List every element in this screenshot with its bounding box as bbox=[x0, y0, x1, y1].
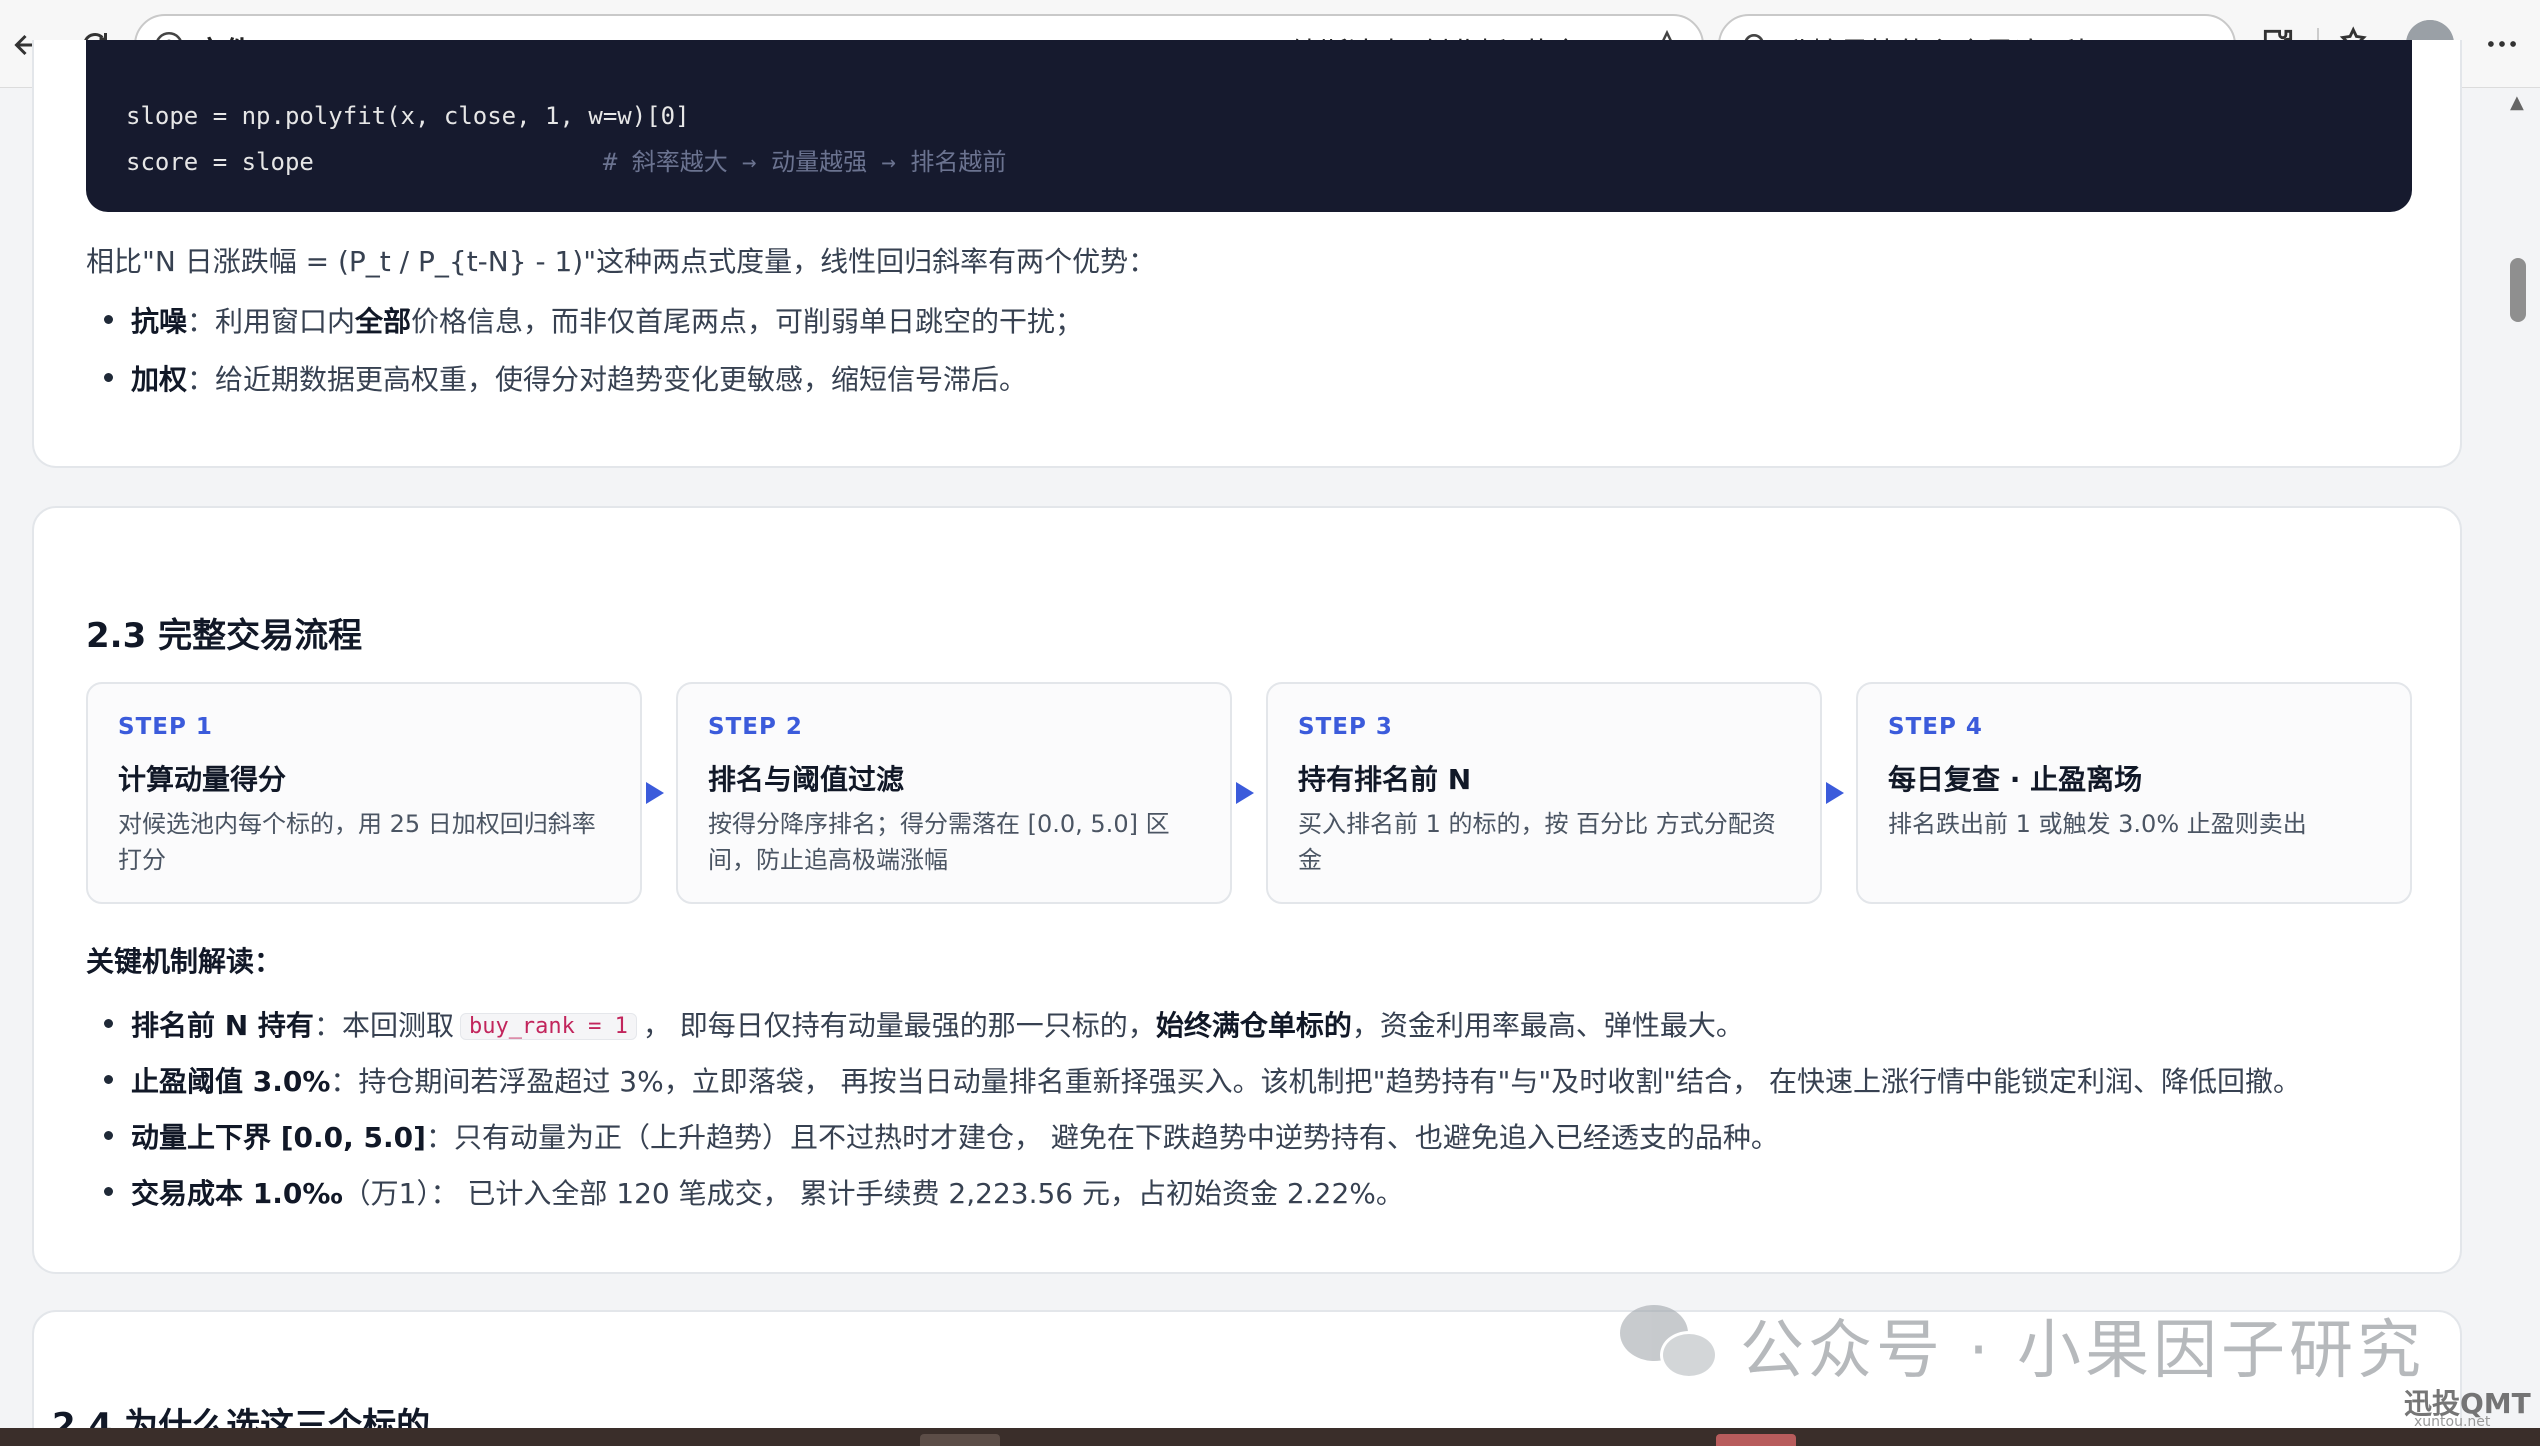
step-desc: 排名跌出前 1 或触发 3.0% 止盈则卖出 bbox=[1888, 810, 2307, 838]
step-label: STEP 4 bbox=[1888, 714, 1983, 740]
step-title: 持有排名前 N bbox=[1298, 763, 1472, 796]
code-score-text: score = slope bbox=[126, 148, 314, 176]
bullet-momentum-bounds: 动量上下界 [0.0, 5.0]：只有动量为正（上升趋势）且不过热时才建仓， 避… bbox=[104, 1116, 1779, 1156]
bullet-text: ：利用窗口内 bbox=[187, 305, 356, 338]
step-label: STEP 1 bbox=[118, 714, 213, 740]
taskbar-app[interactable] bbox=[1716, 1434, 1796, 1446]
code-line-score: score = slope # 斜率越大 → 动量越强 → 排名越前 bbox=[126, 142, 1006, 177]
step-label: STEP 2 bbox=[708, 714, 803, 740]
scroll-up-arrow-icon[interactable]: ▲ bbox=[2510, 92, 2524, 113]
more-dots-icon bbox=[2488, 41, 2516, 47]
scroll-thumb[interactable] bbox=[2510, 258, 2526, 322]
bullet-emphasis: 始终满仓单标的 bbox=[1155, 1009, 1352, 1042]
bullet-emphasis: 全部 bbox=[355, 305, 412, 338]
step-card-1: STEP 1 计算动量得分 对候选池内每个标的，用 25 日加权回归斜率打分 bbox=[86, 682, 642, 904]
bullet-text: ：只有动量为正（上升趋势）且不过热时才建仓， 避免在下跌趋势中逆势持有、也避免追… bbox=[425, 1121, 1779, 1154]
bullet-rank-hold: 排名前 N 持有：本回测取 buy_rank = 1， 即每日仅持有动量最强的那一… bbox=[104, 1004, 1744, 1044]
step-card-2: STEP 2 排名与阈值过滤 按得分降序排名；得分需落在 [0.0, 5.0] … bbox=[676, 682, 1232, 904]
step-title: 计算动量得分 bbox=[118, 763, 287, 796]
step-card-4: STEP 4 每日复查 · 止盈离场 排名跌出前 1 或触发 3.0% 止盈则卖… bbox=[1856, 682, 2412, 904]
code-line-slope: slope = np.polyfit(x, close, 1, w=w)[0] bbox=[126, 102, 690, 130]
more-menu-button[interactable] bbox=[2476, 18, 2528, 70]
bullet-dot bbox=[104, 372, 113, 382]
bullet-trading-cost: 交易成本 1.0‰（万1）： 已计入全部 120 笔成交， 累计手续费 2,22… bbox=[104, 1172, 1404, 1212]
bullet-weighting: 加权：给近期数据更高权重，使得分对趋势变化更敏感，缩短信号滞后。 bbox=[104, 358, 1027, 398]
step-title: 排名与阈值过滤 bbox=[708, 763, 905, 796]
code-comment: # 斜率越大 → 动量越强 → 排名越前 bbox=[602, 148, 1007, 176]
bullet-text: ，资金利用率最高、弹性最大。 bbox=[1351, 1009, 1744, 1042]
bullet-term: 抗噪 bbox=[131, 305, 188, 338]
bullet-dot bbox=[104, 1186, 113, 1196]
bullet-dot bbox=[104, 1018, 113, 1028]
inline-code: buy_rank = 1 bbox=[459, 1013, 637, 1040]
bullet-text: ：本回测取 bbox=[313, 1009, 454, 1042]
bullet-dot bbox=[104, 1074, 113, 1084]
step-card-3: STEP 3 持有排名前 N 买入排名前 1 的标的，按 百分比 方式分配资金 bbox=[1266, 682, 1822, 904]
bullet-text: （万1）： 已计入全部 120 笔成交， 累计手续费 2,223.56 元，占初… bbox=[342, 1177, 1404, 1210]
watermark-text: 公众号 · 小果因子研究 bbox=[1740, 1314, 2426, 1388]
step-arrow-icon bbox=[1236, 782, 1254, 804]
wechat-watermark: 公众号 · 小果因子研究 bbox=[1620, 1300, 2425, 1390]
bullet-term: 加权 bbox=[131, 363, 188, 396]
step-desc: 对候选池内每个标的，用 25 日加权回归斜率打分 bbox=[118, 810, 596, 874]
step-title: 每日复查 · 止盈离场 bbox=[1888, 763, 2143, 796]
key-mechanism-title: 关键机制解读： bbox=[86, 945, 283, 978]
bullet-text: ：给近期数据更高权重，使得分对趋势变化更敏感，缩短信号滞后。 bbox=[187, 363, 1028, 396]
bullet-take-profit: 止盈阈值 3.0%：持仓期间若浮盈超过 3%，立即落袋， 再按当日动量排名重新择… bbox=[104, 1060, 2301, 1100]
bullet-term: 排名前 N 持有 bbox=[131, 1009, 314, 1042]
bullet-text: ：持仓期间若浮盈超过 3%，立即落袋， 再按当日动量排名重新择强买入。该机制把"… bbox=[330, 1065, 2302, 1098]
step-arrow-icon bbox=[1826, 782, 1844, 804]
bullet-dot bbox=[104, 314, 113, 324]
bullet-term: 动量上下界 [0.0, 5.0] bbox=[131, 1121, 426, 1154]
code-block: slope = np.polyfit(x, close, 1, w=w)[0] … bbox=[86, 40, 2412, 212]
section-card-regression: slope = np.polyfit(x, close, 1, w=w)[0] … bbox=[32, 40, 2462, 468]
bullet-text: 价格信息，而非仅首尾两点，可削弱单日跳空的干扰； bbox=[411, 305, 1084, 338]
step-label: STEP 3 bbox=[1298, 714, 1393, 740]
step-desc: 按得分降序排名；得分需落在 [0.0, 5.0] 区间，防止追高极端涨幅 bbox=[708, 810, 1170, 874]
bullet-term: 交易成本 1.0‰ bbox=[131, 1177, 343, 1210]
bullet-antinoise: 抗噪：利用窗口内全部价格信息，而非仅首尾两点，可削弱单日跳空的干扰； bbox=[104, 300, 1083, 340]
bullet-text: ， 即每日仅持有动量最强的那一只标的， bbox=[642, 1009, 1156, 1042]
wechat-icon bbox=[1620, 1305, 1720, 1385]
step-desc: 买入排名前 1 的标的，按 百分比 方式分配资金 bbox=[1298, 810, 1776, 874]
comparison-intro: 相比"N 日涨跌幅 = (P_t / P_{t-N} - 1)"这种两点式度量，… bbox=[86, 245, 1157, 278]
os-taskbar bbox=[0, 1428, 2540, 1446]
section-heading: 2.3 完整交易流程 bbox=[86, 616, 363, 656]
taskbar-app[interactable] bbox=[920, 1434, 1000, 1446]
section-card-trading-flow: 2.3 完整交易流程 STEP 1 计算动量得分 对候选池内每个标的，用 25 … bbox=[32, 506, 2462, 1274]
bullet-term: 止盈阈值 3.0% bbox=[131, 1065, 331, 1098]
step-arrow-icon bbox=[646, 782, 664, 804]
bullet-dot bbox=[104, 1130, 113, 1140]
